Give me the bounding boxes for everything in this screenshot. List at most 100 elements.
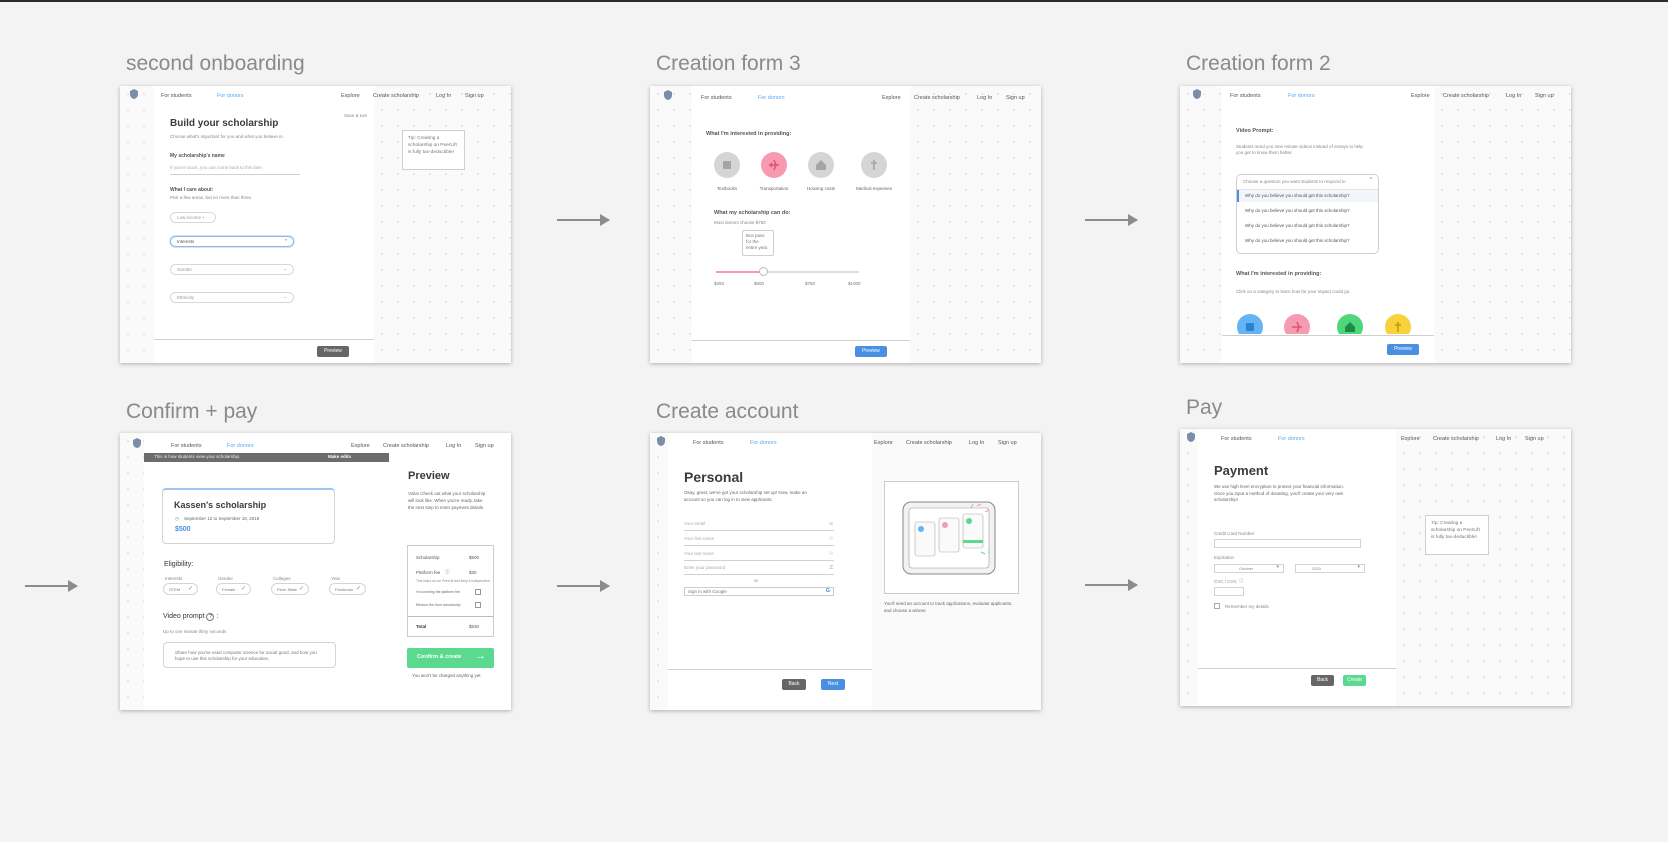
next-button[interactable]: Next bbox=[821, 679, 845, 690]
total-label: Total bbox=[416, 624, 427, 629]
nav-sign-up[interactable]: Sign up bbox=[998, 440, 1017, 446]
nav-for-donors[interactable]: For donors bbox=[227, 443, 254, 449]
nav-explore[interactable]: Explore bbox=[1401, 436, 1420, 442]
airplane-icon[interactable] bbox=[761, 152, 787, 178]
reduce-checkbox[interactable] bbox=[475, 602, 481, 608]
nav-log-in[interactable]: Log In bbox=[1496, 436, 1511, 442]
nav-for-students[interactable]: For students bbox=[161, 93, 192, 99]
confirm-create-button[interactable]: Confirm & create → bbox=[407, 648, 494, 668]
nav-create-scholarship[interactable]: Create scholarship bbox=[373, 93, 419, 99]
logo-icon bbox=[130, 89, 138, 99]
cover-fee-checkbox[interactable] bbox=[475, 589, 481, 595]
nav-for-donors[interactable]: For donors bbox=[758, 95, 785, 101]
nav-for-students[interactable]: For students bbox=[701, 95, 732, 101]
nav-explore[interactable]: Explore bbox=[341, 93, 360, 99]
site-nav: For students For donors Explore Create s… bbox=[1180, 86, 1571, 106]
board-title-create-account: Create account bbox=[656, 400, 799, 423]
gender-dropdown[interactable]: Gender ⌄ bbox=[170, 264, 294, 275]
preview-button[interactable]: Preview bbox=[855, 346, 887, 357]
nav-log-in[interactable]: Log In bbox=[969, 440, 984, 446]
scholarship-value: $500 bbox=[469, 555, 480, 560]
video-prompt-title: Video Prompt: bbox=[1236, 128, 1274, 134]
question-select[interactable]: Choose a question you want students to r… bbox=[1236, 174, 1379, 254]
nav-sign-up[interactable]: Sign up bbox=[475, 443, 494, 449]
google-sign-in-button[interactable]: Sign in with Google G bbox=[684, 587, 834, 596]
nav-create-scholarship[interactable]: Create scholarship bbox=[1443, 93, 1489, 99]
or-divider: or bbox=[754, 578, 759, 583]
fee-note: This helps us run PeerLift and keep it i… bbox=[416, 579, 490, 583]
password-field[interactable]: Enter your password ⚿ bbox=[684, 565, 834, 575]
low-income-chip[interactable]: Low income + bbox=[170, 212, 216, 223]
nav-for-students[interactable]: For students bbox=[693, 440, 724, 446]
help-icon[interactable]: ? bbox=[206, 613, 215, 621]
category-caption: Housing costs bbox=[806, 186, 836, 191]
site-nav: For students For donors Explore Create s… bbox=[650, 86, 1041, 106]
cvc-input[interactable] bbox=[1214, 587, 1244, 596]
interests-dropdown[interactable]: Interests ^ bbox=[170, 236, 294, 247]
nav-log-in[interactable]: Log In bbox=[977, 95, 992, 101]
nav-sign-up[interactable]: Sign up bbox=[1525, 436, 1544, 442]
slider-thumb[interactable] bbox=[759, 267, 769, 276]
nav-explore[interactable]: Explore bbox=[351, 443, 370, 449]
select-option[interactable]: Why do you believe you should get this s… bbox=[1245, 223, 1350, 228]
mail-icon: ✉ bbox=[829, 521, 833, 526]
nav-for-donors[interactable]: For donors bbox=[217, 93, 244, 99]
back-button[interactable]: Back bbox=[782, 679, 806, 690]
remember-checkbox[interactable] bbox=[1214, 603, 1220, 609]
nav-sign-up[interactable]: Sign up bbox=[1006, 95, 1025, 101]
textbook-icon[interactable] bbox=[714, 152, 740, 178]
year-select[interactable]: 2020 ▾ bbox=[1295, 564, 1365, 573]
email-field[interactable]: Your email ✉ bbox=[684, 521, 834, 531]
frame-second-onboarding: For students For donors Explore Create s… bbox=[120, 86, 511, 363]
video-prompt-sub: Students send you nine minute videos ins… bbox=[1236, 144, 1363, 155]
select-option[interactable]: Why do you believe you should get this s… bbox=[1245, 208, 1350, 213]
medical-icon[interactable] bbox=[861, 152, 887, 178]
dot-background bbox=[910, 86, 1041, 363]
create-button[interactable]: Create bbox=[1343, 675, 1366, 686]
dot-background bbox=[1434, 86, 1571, 363]
nav-for-students[interactable]: For students bbox=[171, 443, 202, 449]
house-icon[interactable] bbox=[808, 152, 834, 178]
site-nav: For students For donors Explore Create s… bbox=[1180, 429, 1571, 449]
nav-sign-up[interactable]: Sign up bbox=[465, 93, 484, 99]
nav-create-scholarship[interactable]: Create scholarship bbox=[906, 440, 952, 446]
help-icon[interactable]: ⓘ bbox=[1239, 578, 1244, 584]
nav-sign-up[interactable]: Sign up bbox=[1535, 93, 1554, 99]
scholarship-name-input[interactable]: If you're stuck, you can come back to th… bbox=[170, 165, 300, 175]
make-edits-link[interactable]: Make edits bbox=[328, 454, 351, 459]
nav-log-in[interactable]: Log In bbox=[1506, 93, 1521, 99]
nav-for-donors[interactable]: For donors bbox=[1288, 93, 1315, 99]
nav-explore[interactable]: Explore bbox=[882, 95, 901, 101]
preview-button[interactable]: Preview bbox=[1387, 344, 1419, 355]
nav-create-scholarship[interactable]: Create scholarship bbox=[383, 443, 429, 449]
board-title-second-onboarding: second onboarding bbox=[126, 52, 305, 75]
nav-create-scholarship[interactable]: Create scholarship bbox=[1433, 436, 1479, 442]
cover-fee-label: I'm covering the platform fee bbox=[416, 590, 461, 594]
last-name-field[interactable]: Your last name ⚇ bbox=[684, 551, 834, 561]
google-icon: G bbox=[825, 588, 830, 594]
nav-for-students[interactable]: For students bbox=[1230, 93, 1261, 99]
card-number-input[interactable] bbox=[1214, 539, 1361, 548]
check-icon: ✓ bbox=[240, 586, 246, 592]
select-option[interactable]: Why do you believe you should get this s… bbox=[1245, 238, 1350, 243]
nav-create-scholarship[interactable]: Create scholarship bbox=[914, 95, 960, 101]
category-caption: Medical expenses bbox=[855, 186, 893, 191]
first-name-field[interactable]: Your first name ⚇ bbox=[684, 536, 834, 546]
back-button[interactable]: Back bbox=[1311, 675, 1334, 686]
nav-for-donors[interactable]: For donors bbox=[1278, 436, 1305, 442]
nav-for-students[interactable]: For students bbox=[1221, 436, 1252, 442]
ethnicity-dropdown[interactable]: Ethnicity ⌄ bbox=[170, 292, 294, 303]
help-icon[interactable]: ⓘ bbox=[445, 569, 450, 575]
total-value: $530 bbox=[469, 624, 480, 629]
nav-log-in[interactable]: Log In bbox=[436, 93, 451, 99]
preview-button[interactable]: Preview bbox=[317, 346, 349, 357]
nav-explore[interactable]: Explore bbox=[874, 440, 893, 446]
tip-box: Tip: Creating a scholarship on PeerLift … bbox=[402, 130, 465, 170]
name-label: My scholarship's name bbox=[170, 153, 225, 159]
month-select[interactable]: October ▾ bbox=[1214, 564, 1284, 573]
select-option[interactable]: Why do you believe you should get this s… bbox=[1245, 193, 1350, 198]
nav-explore[interactable]: Explore bbox=[1411, 93, 1430, 99]
nav-for-donors[interactable]: For donors bbox=[750, 440, 777, 446]
nav-log-in[interactable]: Log In bbox=[446, 443, 461, 449]
save-exit-link[interactable]: Save & exit bbox=[344, 113, 367, 118]
